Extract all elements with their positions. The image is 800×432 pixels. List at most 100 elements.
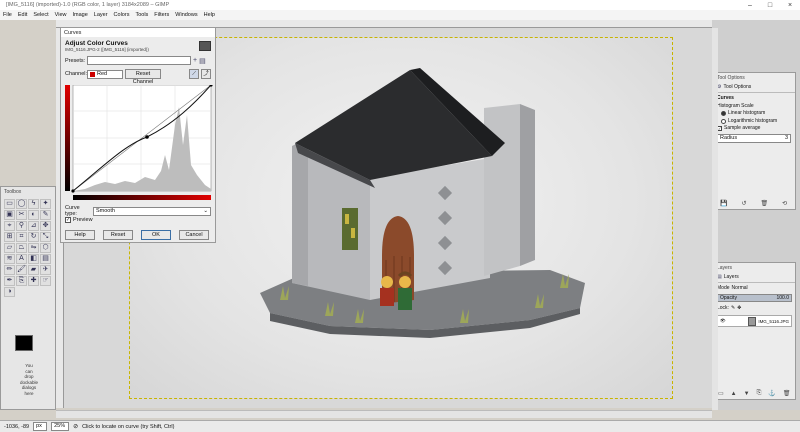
menu-help[interactable]: Help [204,12,215,18]
linear-mode-icon[interactable]: ⟋ [189,69,199,79]
tool-options-tab[interactable]: Tool Options [723,84,751,90]
align-icon[interactable]: ⊞ [4,232,15,242]
menu-select[interactable]: Select [33,12,48,18]
layers-panel: Layers ▤ Layers Mode Normal Opacity 100.… [713,262,796,400]
menu-file[interactable]: File [3,12,12,18]
close-button[interactable]: × [780,2,800,9]
cancel-button[interactable]: Cancel [179,230,209,240]
rect-select-icon[interactable]: ▭ [4,199,15,209]
scale-icon[interactable]: ⤡ [40,232,51,242]
preview-label: Preview [73,217,93,223]
mode-value[interactable]: Normal [732,285,748,291]
add-preset-icon[interactable]: + [193,57,197,64]
red-channel-icon [90,71,95,77]
measure-icon[interactable]: ⊿ [28,221,39,231]
airbrush-icon[interactable]: ✈ [40,265,51,275]
histogram-scale-label: Histogram Scale [717,102,754,109]
dodge-burn-icon[interactable]: ◑ [4,287,15,297]
unit-select[interactable]: px [33,422,48,431]
ink-icon[interactable]: ✒ [4,276,15,286]
cage-icon[interactable]: ⬡ [40,243,51,253]
layer-visibility-icon[interactable]: 👁 [720,318,726,324]
raise-layer-icon[interactable]: ▲ [731,391,737,397]
zoom-select[interactable]: 25% [51,422,70,431]
paths-icon[interactable]: ✎ [40,210,51,220]
flip-icon[interactable]: ⇋ [28,243,39,253]
free-select-icon[interactable]: ϟ [28,199,39,209]
crop-icon[interactable]: ⌗ [16,232,27,242]
lock-label: Lock: [717,305,729,311]
reset-channel-button[interactable]: Reset Channel [125,69,161,85]
help-button[interactable]: Help [65,230,95,240]
menu-image[interactable]: Image [72,12,87,18]
blend-icon[interactable]: ▤ [40,254,51,264]
cancel-operation-icon[interactable]: ⊘ [73,423,78,430]
horizontal-scrollbar[interactable] [56,410,712,418]
clone-icon[interactable]: ⎘ [16,276,27,286]
smudge-icon[interactable]: ☞ [40,276,51,286]
zoom-icon[interactable]: ⚲ [16,221,27,231]
opacity-slider[interactable]: Opacity 100.0 [717,294,792,302]
preset-menu-icon[interactable]: ▤ [199,57,206,65]
heal-icon[interactable]: ✚ [28,276,39,286]
delete-options-icon[interactable]: 🗑 [761,200,769,207]
log-mode-icon[interactable]: ⤴ [201,69,211,79]
foreground-select-icon[interactable]: ◐ [28,210,39,220]
move-icon[interactable]: ✥ [40,221,51,231]
duplicate-layer-icon[interactable]: ⎘ [757,390,762,397]
curves-titlebar[interactable]: Curves [61,28,215,37]
ellipse-select-icon[interactable]: ◯ [16,199,27,209]
bucket-fill-icon[interactable]: ◧ [28,254,39,264]
curve-graph[interactable] [65,83,213,201]
color-picker-icon[interactable]: ⌖ [4,221,15,231]
curve-type-select[interactable]: Smooth ⌄ [93,206,211,216]
new-layer-icon[interactable]: ▭ [718,390,724,397]
menu-filters[interactable]: Filters [154,12,169,18]
scissors-icon[interactable]: ✂ [16,210,27,220]
lock-position-icon[interactable]: ✥ [737,305,741,311]
menu-colors[interactable]: Colors [114,12,130,18]
menu-windows[interactable]: Windows [175,12,197,18]
linear-radio[interactable] [721,111,726,117]
reset-options-icon[interactable]: ⟲ [782,200,787,207]
logarithmic-radio[interactable] [721,118,726,124]
menu-edit[interactable]: Edit [18,12,27,18]
vertical-scrollbar[interactable] [712,28,718,410]
perspective-icon[interactable]: ⏢ [16,243,27,253]
anchor-layer-icon[interactable]: ⚓ [768,390,775,397]
channel-select[interactable]: Red [87,69,123,79]
preview-checkbox[interactable]: ✓ [65,217,71,223]
pointer-coords: -1036, -89 [4,423,30,430]
lower-layer-icon[interactable]: ▼ [744,391,750,397]
restore-options-icon[interactable]: ↺ [741,200,746,207]
save-options-icon[interactable]: 💾 [720,200,727,207]
minimize-button[interactable]: – [740,2,760,9]
ok-button[interactable]: OK [141,230,171,240]
foreground-color-swatch[interactable] [15,335,33,351]
rotate-icon[interactable]: ↻ [28,232,39,242]
text-icon[interactable]: A [16,254,27,264]
layers-dock-title: Layers [717,265,733,271]
warp-icon[interactable]: ≋ [4,254,15,264]
color-select-icon[interactable]: ▣ [4,210,15,220]
title-bar: [IMG_5116] (imported)-1.0 (RGB color, 1 … [0,0,800,10]
layers-tab[interactable]: Layers [724,274,739,280]
fuzzy-select-icon[interactable]: ✦ [40,199,51,209]
delete-layer-icon[interactable]: 🗑 [783,390,791,397]
menu-view[interactable]: View [55,12,67,18]
layer-name[interactable]: IMG_5116.JPG [758,319,789,324]
menu-layer[interactable]: Layer [94,12,108,18]
curves-dialog: Curves Adjust Color Curves IMG_5116.JPG-… [60,27,216,243]
pencil-icon[interactable]: ✏ [4,265,15,275]
presets-combo[interactable] [87,56,191,65]
maximize-button[interactable]: □ [760,2,780,9]
eraser-icon[interactable]: ▰ [28,265,39,275]
shear-icon[interactable]: ▱ [4,243,15,253]
paintbrush-icon[interactable]: 🖌 [16,265,27,275]
layer-row[interactable]: 👁 IMG_5116.JPG [717,315,792,327]
menu-tools[interactable]: Tools [135,12,148,18]
lock-pixels-icon[interactable]: ✎ [731,305,735,311]
reset-button[interactable]: Reset [103,230,133,240]
sample-average-label: Sample average [724,125,761,131]
radius-field[interactable]: Radius 3 [717,133,791,143]
